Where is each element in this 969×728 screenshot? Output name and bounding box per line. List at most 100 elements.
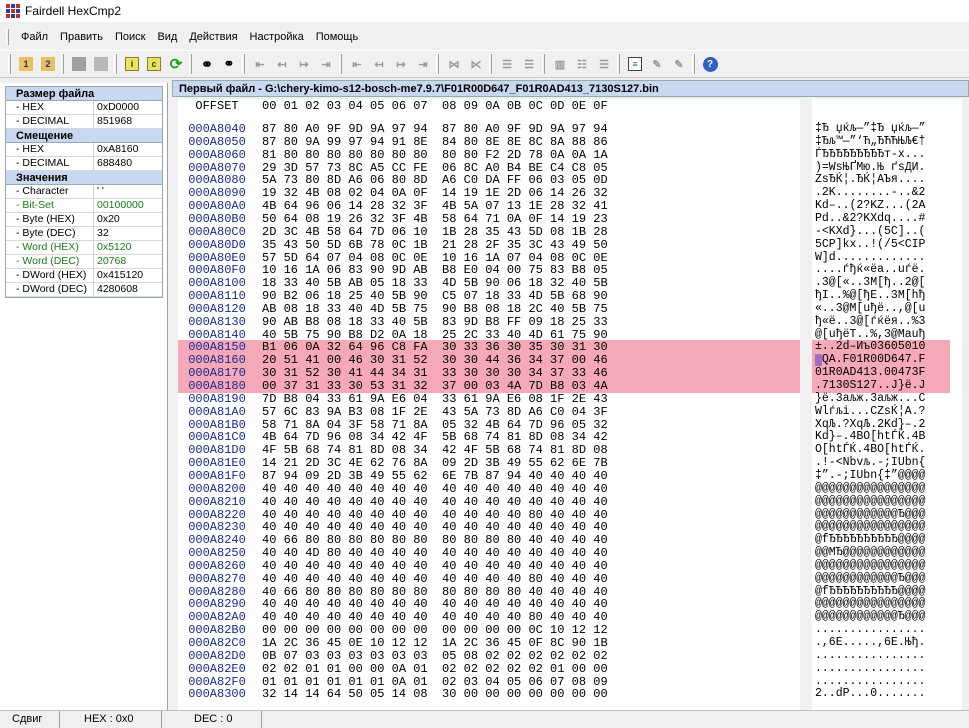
refresh-button[interactable]: ⟳ bbox=[166, 54, 186, 74]
menu-file[interactable]: Файл bbox=[15, 29, 54, 45]
columns-header: 00 01 02 03 04 05 06 07 08 09 0A 0B 0C 0… bbox=[262, 99, 608, 113]
hex-row[interactable]: 000A8180 00 37 31 33 30 53 31 32 37 00 03… bbox=[178, 379, 608, 393]
values-label: - Bit-Set bbox=[6, 199, 94, 212]
hex-row[interactable]: 000A8250 40 40 4D 80 40 40 40 40 40 40 40… bbox=[178, 547, 607, 560]
help-button[interactable]: ? bbox=[700, 54, 720, 74]
report-button[interactable]: ≡ bbox=[625, 54, 645, 74]
sync-button[interactable]: ⋈ bbox=[444, 54, 464, 74]
hex-row[interactable]: 000A80A0 4B 64 96 06 14 28 32 3F 4B 5A 07… bbox=[178, 200, 607, 213]
layout-3-icon: ▥ bbox=[554, 58, 566, 71]
menu-view[interactable]: Вид bbox=[151, 29, 183, 45]
stop-icon bbox=[72, 57, 86, 71]
next-diff-icon: ↦ bbox=[299, 58, 309, 71]
open-file-2-button[interactable]: 2 bbox=[38, 54, 58, 74]
values-row[interactable]: - Word (DEC) 20768 bbox=[6, 255, 162, 269]
ascii-row: 2..dP...0....... bbox=[815, 687, 926, 701]
hex-row[interactable]: 000A8050 87 80 9A 99 97 94 91 8E 84 80 8E… bbox=[178, 135, 607, 149]
hex-bytes: 87 94 09 2D 3B 49 55 62 6E 7B 87 94 40 4… bbox=[262, 468, 608, 483]
save-icon bbox=[94, 57, 108, 71]
edit-2-button[interactable]: ✎ bbox=[669, 54, 689, 74]
next-diff-button[interactable]: ↦ bbox=[294, 54, 314, 74]
hex-row[interactable]: 000A82D0 0B 07 03 03 03 03 03 03 05 08 02… bbox=[178, 649, 607, 663]
hex-row[interactable]: 000A8260 40 40 40 40 40 40 40 40 40 40 40… bbox=[178, 559, 607, 573]
offset-cell: 000A8060 bbox=[188, 147, 246, 162]
hex-view[interactable]: OFFSET 00 01 02 03 04 05 06 07 08 09 0A 0… bbox=[178, 99, 800, 710]
find-button[interactable]: ⚭ bbox=[197, 54, 217, 74]
hex-row[interactable]: 000A81A0 57 6C 83 9A B3 08 1F 2E 43 5A 73… bbox=[178, 405, 607, 419]
unsync-button[interactable]: ⋉ bbox=[466, 54, 486, 74]
hex-row[interactable]: 000A8300 32 14 14 64 50 05 14 08 30 00 00… bbox=[178, 687, 608, 702]
values-row[interactable]: - Bit-Set 00100000 bbox=[6, 199, 162, 213]
hex-row[interactable]: 000A82C0 1A 2C 36 45 0E 10 12 12 1A 2C 36… bbox=[178, 637, 607, 650]
menu-edit[interactable]: Править bbox=[54, 29, 109, 45]
layout-5-button[interactable]: ☰ bbox=[594, 54, 614, 74]
menu-search[interactable]: Поиск bbox=[109, 29, 151, 45]
hex-row[interactable]: 000A81F0 87 94 09 2D 3B 49 55 62 6E 7B 87… bbox=[178, 468, 608, 483]
hex-row[interactable]: 000A80C0 2D 3C 4B 58 64 7D 06 10 1B 28 35… bbox=[178, 225, 607, 239]
first-diff-button[interactable]: ⇤ bbox=[250, 54, 270, 74]
hex-bytes: 90 B2 06 18 25 40 5B 90 C5 07 18 33 4D 5… bbox=[262, 289, 608, 304]
status-shift: Сдвиг bbox=[0, 711, 60, 728]
offset-row[interactable]: - HEX 0xA8160 bbox=[6, 143, 162, 157]
layout-3-button[interactable]: ▥ bbox=[550, 54, 570, 74]
hex-row[interactable]: 000A8110 90 B2 06 18 25 40 5B 90 C5 07 18… bbox=[178, 289, 608, 304]
hex-bytes: 50 64 08 19 26 32 3F 4B 58 64 71 0A 0F 1… bbox=[262, 211, 608, 226]
values-row[interactable]: - DWord (HEX) 0x415120 bbox=[6, 269, 162, 283]
offset-row[interactable]: - DECIMAL 688480 bbox=[6, 157, 162, 171]
file_size-row[interactable]: - HEX 0xD0000 bbox=[6, 101, 162, 115]
menu-actions[interactable]: Действия bbox=[183, 29, 243, 45]
file_size-row[interactable]: - DECIMAL 851968 bbox=[6, 115, 162, 129]
values-row[interactable]: - Byte (DEC) 32 bbox=[6, 227, 162, 241]
first-block-button[interactable]: ⇤ bbox=[347, 54, 367, 74]
hex-bytes: 00 37 31 33 30 53 31 32 37 00 03 4A 7D B… bbox=[262, 379, 608, 393]
values-row[interactable]: - DWord (DEC) 4280608 bbox=[6, 283, 162, 297]
values-row[interactable]: - Character ' ' bbox=[6, 185, 162, 199]
next-block-button[interactable]: ↦ bbox=[391, 54, 411, 74]
find-next-button[interactable]: ⚭ bbox=[219, 54, 239, 74]
values-row[interactable]: - Byte (HEX) 0x20 bbox=[6, 213, 162, 227]
save-button[interactable] bbox=[91, 54, 111, 74]
hex-row[interactable]: 000A8200 40 40 40 40 40 40 40 40 40 40 40… bbox=[178, 481, 607, 496]
layout-4-button[interactable]: ☷ bbox=[572, 54, 592, 74]
offset-cell: 000A8190 bbox=[188, 391, 246, 406]
hex-row[interactable]: 000A8130 90 AB B8 08 18 33 40 5B 83 9D B8… bbox=[178, 314, 608, 329]
stop-button[interactable] bbox=[69, 54, 89, 74]
info-button[interactable]: i bbox=[122, 54, 142, 74]
open-file-2-icon: 2 bbox=[41, 57, 55, 71]
layout-2-button[interactable]: ☰ bbox=[519, 54, 539, 74]
find-next-icon: ⚭ bbox=[223, 56, 235, 71]
last-block-button[interactable]: ⇥ bbox=[413, 54, 433, 74]
offset-value: 688480 bbox=[97, 157, 133, 169]
offset-cell: 000A80D0 bbox=[188, 237, 246, 252]
menu-help[interactable]: Помощь bbox=[310, 29, 365, 45]
hex-bytes: 90 AB B8 08 18 33 40 5B 83 9D B8 FF 09 1… bbox=[262, 314, 608, 329]
ascii-view[interactable]: ‡Ђ џќљ—”‡Ђ џќљ—” ‡Ђљ™—”‘Ћ„ЂЋЋЊЉ€† ЃЂЂЂЂЂЂЂ… bbox=[812, 99, 962, 710]
hex-bytes: 40 40 40 40 40 40 40 40 40 40 40 40 80 4… bbox=[262, 571, 608, 586]
hex-row[interactable]: 000A82E0 02 02 01 01 00 00 0A 01 02 02 02… bbox=[178, 662, 607, 676]
hex-row[interactable]: 000A80B0 50 64 08 19 26 32 3F 4B 58 64 71… bbox=[178, 211, 608, 226]
section-file-size: Размер файла bbox=[6, 87, 162, 101]
offset-cell: 000A8200 bbox=[188, 481, 246, 496]
open-file-1-button[interactable]: 1 bbox=[16, 54, 36, 74]
hex-row[interactable]: 000A81E0 14 21 2D 3C 4E 62 76 8A 09 2D 3B… bbox=[178, 457, 607, 470]
hex-row[interactable]: 000A8270 40 40 40 40 40 40 40 40 40 40 40… bbox=[178, 571, 608, 586]
hex-row[interactable]: 000A8040 87 80 A0 9F 9D 9A 97 94 87 80 A0… bbox=[178, 123, 607, 136]
prev-diff-button[interactable]: ↤ bbox=[272, 54, 292, 74]
hex-row[interactable]: 000A80D0 35 43 50 5D 6B 78 0C 1B 21 28 2F… bbox=[178, 237, 607, 252]
last-diff-button[interactable]: ⇥ bbox=[316, 54, 336, 74]
ascii-row: Kd–..(2?KZ...(2A bbox=[815, 199, 926, 213]
edit-1-button[interactable]: ✎ bbox=[647, 54, 667, 74]
hex-bytes: 32 14 14 64 50 05 14 08 30 00 00 00 00 0… bbox=[262, 687, 608, 702]
compare-button[interactable]: c bbox=[144, 54, 164, 74]
hex-row[interactable]: 000A8210 40 40 40 40 40 40 40 40 40 40 40… bbox=[178, 495, 607, 509]
last-block-icon: ⇥ bbox=[418, 58, 428, 71]
values-row[interactable]: - Word (HEX) 0x5120 bbox=[6, 241, 162, 255]
layout-1-button[interactable]: ☰ bbox=[497, 54, 517, 74]
status-dec: DEC : 0 bbox=[162, 711, 262, 728]
menu-settings[interactable]: Настройка bbox=[244, 29, 310, 45]
prev-block-button[interactable]: ↤ bbox=[369, 54, 389, 74]
hex-row[interactable]: 000A8190 7D B8 04 33 61 9A E6 04 33 61 9A… bbox=[178, 391, 607, 406]
hex-row[interactable]: 000A8120 AB 08 18 33 40 4D 5B 75 90 B8 08… bbox=[178, 302, 607, 316]
hex-row[interactable]: 000A8060 81 80 80 80 80 80 80 80 80 80 F2… bbox=[178, 147, 607, 162]
offset-label: - HEX bbox=[6, 143, 94, 156]
